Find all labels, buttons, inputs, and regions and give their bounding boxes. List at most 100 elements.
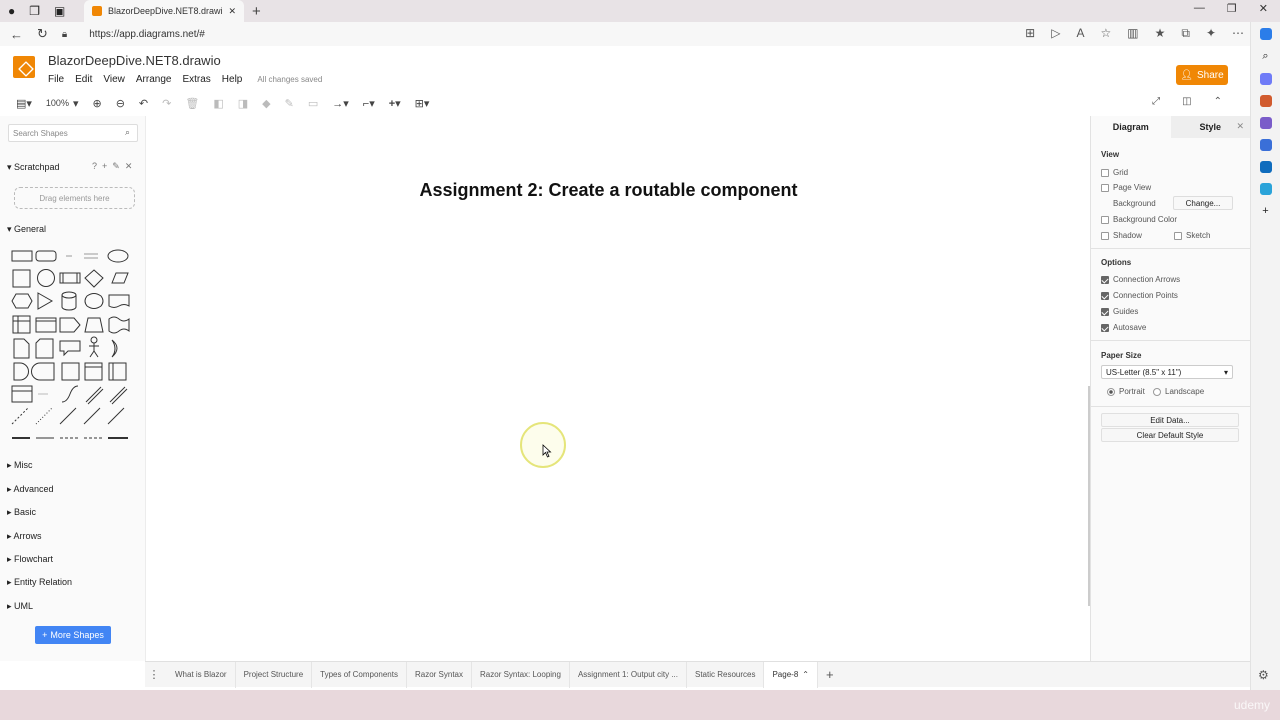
browser-tab[interactable]: BlazorDeepDive.NET8.drawio - d ✕ (84, 0, 244, 22)
delete-icon[interactable]: 🗑︎ (185, 97, 199, 110)
shape-arrow[interactable] (109, 386, 126, 403)
refresh-icon[interactable]: ↻ (37, 26, 48, 42)
tab-diagram[interactable]: Diagram (1091, 116, 1171, 138)
section-misc[interactable]: ▸ Misc (7, 460, 33, 471)
new-tab-icon[interactable]: + (252, 3, 261, 20)
workspaces-icon[interactable]: ❐ (29, 4, 40, 18)
menu-edit[interactable]: Edit (75, 74, 92, 85)
scratchpad-dropzone[interactable]: Drag elements here (14, 187, 135, 209)
shape-directional-connector[interactable] (107, 407, 125, 425)
zoom-level[interactable]: 100% (46, 98, 69, 108)
shape-line[interactable] (59, 407, 77, 425)
split-screen-icon[interactable]: ▥ (1127, 26, 1138, 41)
shape-swimlane[interactable] (84, 362, 103, 381)
back-icon[interactable]: ← (10, 27, 23, 42)
favorite-icon[interactable]: ☆ (1100, 26, 1111, 41)
minimize-icon[interactable]: — (1194, 2, 1205, 15)
shopping-icon[interactable] (1259, 73, 1272, 85)
shape-triangle[interactable] (37, 292, 54, 310)
connection-arrows-checkbox[interactable]: Connection Arrows (1101, 275, 1180, 284)
add-icon[interactable]: + (102, 161, 107, 172)
shape-delay[interactable] (13, 362, 29, 381)
insert-icon[interactable]: +▾ (389, 97, 401, 110)
more-icon[interactable]: ⋯ (1232, 26, 1244, 41)
redo-icon[interactable]: ↷ (162, 97, 171, 110)
general-header[interactable]: ▾ General (7, 224, 46, 235)
outlook-icon[interactable] (1259, 161, 1272, 173)
shadow-icon[interactable]: ▭ (308, 97, 318, 110)
drop-icon[interactable] (1259, 183, 1272, 195)
shape-bidirectional-connector[interactable] (83, 407, 101, 425)
url-field[interactable]: https://app.diagrams.net/# (89, 29, 205, 40)
shape-curve[interactable] (61, 385, 79, 403)
collections-icon[interactable]: ⧉ (1181, 26, 1190, 41)
shape-parallelogram[interactable] (111, 272, 129, 284)
panel-toggle-icon[interactable]: ◫ (1182, 96, 1191, 107)
grid-checkbox[interactable]: Grid (1101, 168, 1128, 177)
shape-cylinder[interactable] (61, 291, 77, 311)
copilot-icon[interactable] (1259, 28, 1272, 40)
section-entity-relation[interactable]: ▸ Entity Relation (7, 577, 72, 588)
section-flowchart[interactable]: ▸ Flowchart (7, 554, 53, 565)
edit-icon[interactable]: ✎ (112, 161, 120, 172)
share-button[interactable]: 👤︎ Share (1176, 65, 1228, 85)
shape-dashed-line[interactable] (11, 407, 29, 425)
add-page-icon[interactable]: + (826, 667, 834, 682)
chevron-up-icon[interactable]: ⌃ (802, 670, 809, 679)
portrait-radio[interactable]: Portrait (1107, 387, 1145, 396)
page-tab[interactable]: Project Structure (236, 661, 313, 688)
shape-hexagon[interactable] (11, 293, 33, 309)
clear-default-style-button[interactable]: Clear Default Style (1101, 428, 1239, 442)
connection-icon[interactable]: →▾ (332, 97, 349, 110)
edit-data-button[interactable]: Edit Data... (1101, 413, 1239, 427)
read-aloud-icon[interactable]: ▷ (1051, 26, 1060, 41)
search-icon[interactable]: ⌕ (1262, 50, 1268, 63)
shape-note[interactable] (13, 338, 30, 359)
diagram-title-text[interactable]: Assignment 2: Create a routable componen… (146, 180, 1071, 201)
pages-menu-icon[interactable]: ⋮ (145, 668, 163, 681)
page-tab-active[interactable]: Page-8 ⌃ (764, 661, 818, 688)
shape-bidirectional-arrow[interactable] (85, 386, 102, 403)
sketch-checkbox[interactable]: Sketch (1174, 231, 1210, 240)
shape-actor[interactable] (90, 336, 98, 344)
shape-vertical-container[interactable] (108, 362, 127, 381)
menu-view[interactable]: View (103, 74, 125, 85)
help-icon[interactable]: ? (92, 161, 97, 172)
waypoints-icon[interactable]: ⌐▾ (363, 97, 375, 110)
page-tab[interactable]: Types of Components (312, 661, 407, 688)
shape-ellipse[interactable] (107, 249, 129, 263)
section-basic[interactable]: ▸ Basic (7, 507, 36, 518)
shape-diamond[interactable] (84, 269, 104, 288)
shape-dotted-line[interactable] (35, 407, 53, 425)
more-shapes-button[interactable]: + More Shapes (35, 626, 111, 644)
page-tab[interactable]: Static Resources (687, 661, 765, 688)
shape-callout[interactable] (59, 340, 81, 357)
shape-list[interactable] (11, 385, 33, 403)
section-uml[interactable]: ▸ UML (7, 601, 33, 612)
games-icon[interactable] (1259, 117, 1272, 129)
page-tab[interactable]: Razor Syntax (407, 661, 473, 688)
office-icon[interactable] (1259, 139, 1272, 151)
shape-display[interactable] (31, 362, 55, 381)
shape-rounded-rectangle[interactable] (35, 250, 57, 262)
fill-color-icon[interactable]: ◆ (262, 97, 270, 110)
zoom-out-icon[interactable]: ⊖ (116, 97, 125, 110)
shape-rectangle[interactable] (11, 250, 33, 262)
landscape-radio[interactable]: Landscape (1153, 387, 1204, 396)
search-shapes-input[interactable]: Search Shapes (8, 124, 138, 142)
maximize-icon[interactable]: ❐ (1227, 2, 1237, 15)
shape-cube[interactable] (35, 317, 57, 333)
page-tab[interactable]: What is Blazor (167, 661, 236, 688)
zoom-dropdown-icon[interactable]: ▾ (73, 97, 79, 110)
fullscreen-icon[interactable]: ⤢ (1152, 96, 1160, 107)
guides-checkbox[interactable]: Guides (1101, 307, 1138, 316)
shape-square[interactable] (12, 269, 31, 288)
translate-icon[interactable]: A (1076, 26, 1084, 41)
close-window-icon[interactable]: ✕ (1259, 2, 1268, 15)
change-background-button[interactable]: Change... (1173, 196, 1233, 210)
close-panel-icon[interactable]: ✕ (1236, 121, 1244, 132)
tab-actions-icon[interactable]: ▣ (54, 4, 65, 18)
add-sidebar-app-icon[interactable]: + (1262, 205, 1268, 217)
shape-circle[interactable] (37, 269, 55, 287)
to-back-icon[interactable]: ◨ (238, 97, 248, 110)
